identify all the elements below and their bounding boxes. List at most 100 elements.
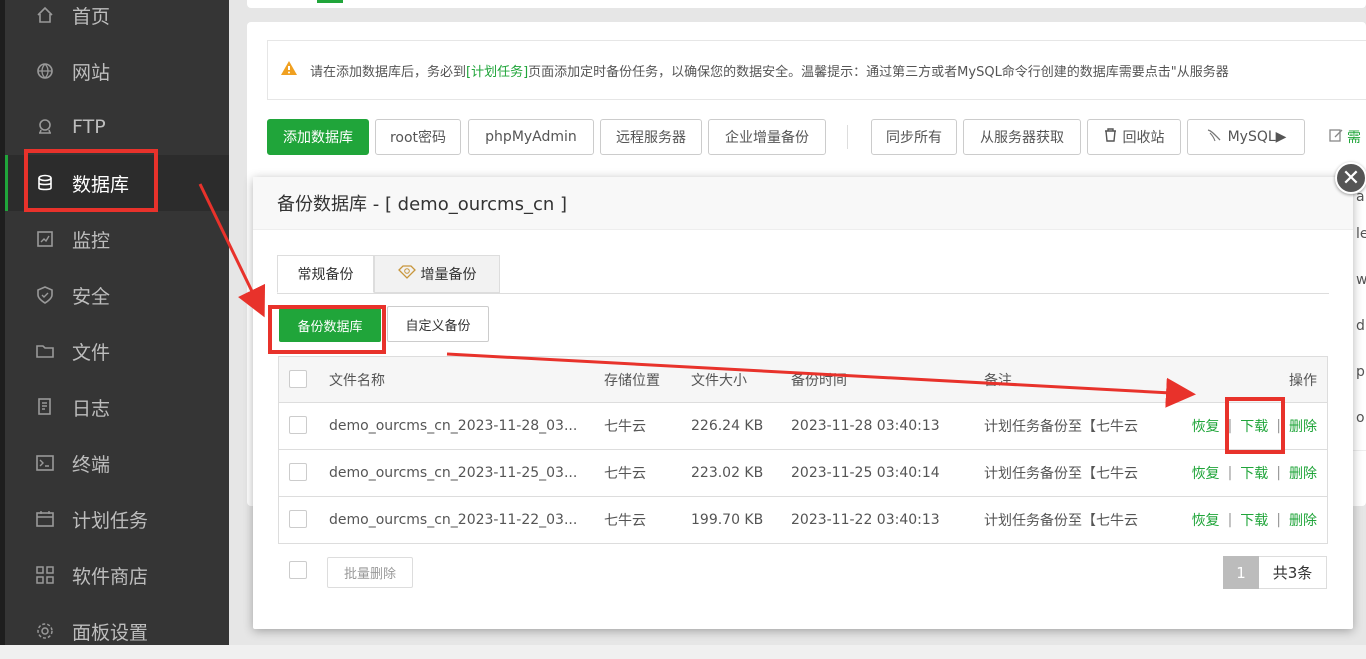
page-number[interactable]: 1: [1223, 556, 1259, 589]
sidebar-item-label: 日志: [72, 397, 111, 420]
row-checkbox[interactable]: [289, 416, 307, 434]
sidebar-item-database[interactable]: 数据库: [5, 155, 229, 211]
database-icon: [35, 173, 55, 193]
delete-link[interactable]: 删除: [1289, 416, 1317, 436]
file-name: demo_ourcms_cn_2023-11-28_03...: [329, 418, 578, 434]
download-link[interactable]: 下载: [1240, 463, 1268, 483]
sidebar-item-label: 文件: [72, 341, 111, 364]
notice-text-pre: 请在添加数据库后，务必到: [310, 64, 467, 80]
toolbar: 添加数据库 root密码 phpMyAdmin 远程服务器 企业增量备份 同步所…: [267, 119, 1366, 157]
bg-table-cell: o: [1353, 394, 1366, 451]
file-name: demo_ourcms_cn_2023-11-25_03...: [329, 465, 578, 481]
monitor-icon: [35, 229, 55, 249]
table-row: demo_ourcms_cn_2023-11-28_03... 七牛云 226.…: [279, 403, 1327, 450]
notice-bar: 请在添加数据库后，务必到 [计划任务] 页面添加定时备份任务，以确保您的数据安全。温…: [267, 40, 1366, 100]
sidebar-item-website[interactable]: 网站: [5, 43, 229, 99]
row-actions: 恢复 | 下载 | 删除: [1191, 463, 1317, 483]
table-row: demo_ourcms_cn_2023-11-25_03... 七牛云 223.…: [279, 450, 1327, 497]
delete-link[interactable]: 删除: [1289, 510, 1317, 530]
storage: 七牛云: [604, 419, 646, 435]
file-name: demo_ourcms_cn_2023-11-22_03...: [329, 512, 578, 528]
sidebar-item-label: 终端: [72, 453, 111, 476]
top-tab-strip: [247, 0, 1366, 8]
shield-icon: [35, 285, 55, 305]
note: 计划任务备份至【七牛云: [984, 466, 1138, 482]
col-actions: 操作: [1289, 372, 1317, 389]
sidebar-item-label: FTP: [72, 116, 106, 138]
remote-server-button[interactable]: 远程服务器: [600, 119, 702, 155]
backup-table: 文件名称 存储位置 文件大小 备份时间 备注 操作 demo_ourcms_cn…: [278, 356, 1328, 544]
note: 计划任务备份至【七牛云: [984, 419, 1138, 435]
sidebar-item-settings[interactable]: 面板设置: [5, 603, 229, 659]
backup-time: 2023-11-25 03:40:14: [791, 465, 940, 481]
download-link[interactable]: 下载: [1240, 510, 1268, 530]
row-checkbox[interactable]: [289, 463, 307, 481]
sync-all-button[interactable]: 同步所有: [871, 119, 957, 155]
toolbar-divider: [847, 125, 848, 149]
backup-database-button[interactable]: 备份数据库: [279, 308, 381, 342]
storage: 七牛云: [604, 513, 646, 529]
sidebar-item-label: 网站: [72, 61, 111, 84]
edit-icon: [1329, 128, 1343, 146]
home-icon: [35, 5, 55, 25]
cron-link[interactable]: [计划任务]: [466, 61, 528, 80]
file-size: 199.70 KB: [691, 512, 764, 528]
ftp-icon: [35, 117, 55, 137]
sidebar-item-terminal[interactable]: 终端: [5, 435, 229, 491]
tab-incremental-backup[interactable]: 增量备份: [374, 255, 500, 293]
close-icon[interactable]: ✕: [1335, 162, 1366, 194]
file-size: 223.02 KB: [691, 465, 764, 481]
sidebar-item-label: 首页: [72, 5, 111, 28]
fetch-from-server-button[interactable]: 从服务器获取: [963, 119, 1081, 155]
sidebar-item-logs[interactable]: 日志: [5, 379, 229, 435]
log-icon: [35, 397, 55, 417]
apps-icon: [35, 565, 55, 585]
sidebar-item-home[interactable]: 首页: [5, 0, 229, 43]
sidebar-item-security[interactable]: 安全: [5, 267, 229, 323]
backup-tabs: 常规备份 增量备份: [277, 255, 1329, 294]
delete-link[interactable]: 删除: [1289, 463, 1317, 483]
sidebar-item-ftp[interactable]: FTP: [5, 99, 229, 155]
tab-incremental-label: 增量备份: [420, 267, 477, 283]
pagination: 1 共3条: [1223, 556, 1327, 589]
mysql-label: MySQL▶: [1227, 129, 1287, 145]
sidebar-item-cron[interactable]: 计划任务: [5, 491, 229, 547]
recycle-bin-button[interactable]: 回收站: [1087, 119, 1181, 155]
sidebar-item-label: 面板设置: [72, 621, 149, 644]
tab-regular-backup[interactable]: 常规备份: [277, 255, 374, 293]
sidebar-item-label: 数据库: [72, 173, 130, 196]
select-all-checkbox[interactable]: [289, 370, 307, 388]
sidebar-item-store[interactable]: 软件商店: [5, 547, 229, 603]
enterprise-backup-button[interactable]: 企业增量备份: [708, 119, 826, 155]
col-storage: 存储位置: [604, 372, 660, 389]
mysql-dolphin-icon: [1206, 128, 1222, 146]
edit-link[interactable]: 需: [1329, 127, 1361, 147]
sidebar-item-monitor[interactable]: 监控: [5, 211, 229, 267]
mysql-button[interactable]: MySQL▶: [1187, 119, 1305, 155]
batch-delete-button[interactable]: 批量删除: [327, 557, 413, 588]
row-actions: 恢复 | 下载 | 删除: [1191, 416, 1317, 436]
restore-link[interactable]: 恢复: [1192, 510, 1220, 530]
add-database-button[interactable]: 添加数据库: [267, 119, 369, 155]
col-size: 文件大小: [691, 372, 747, 389]
root-password-button[interactable]: root密码: [375, 119, 461, 155]
active-tab-indicator: [317, 0, 343, 3]
footer-select-all-checkbox[interactable]: [289, 561, 307, 579]
folder-icon: [35, 341, 55, 361]
restore-link[interactable]: 恢复: [1192, 463, 1220, 483]
sidebar-item-files[interactable]: 文件: [5, 323, 229, 379]
restore-link[interactable]: 恢复: [1192, 416, 1220, 436]
sidebar-item-label: 软件商店: [72, 565, 149, 588]
row-checkbox[interactable]: [289, 510, 307, 528]
download-link[interactable]: 下载: [1240, 416, 1268, 436]
sidebar-item-label: 安全: [72, 285, 111, 308]
storage: 七牛云: [604, 466, 646, 482]
table-row: demo_ourcms_cn_2023-11-22_03... 七牛云 199.…: [279, 497, 1327, 543]
edit-label: 需: [1347, 130, 1361, 146]
trash-icon: [1104, 128, 1117, 146]
modal-title: 备份数据库 - [ demo_ourcms_cn ]: [253, 177, 1353, 230]
custom-backup-button[interactable]: 自定义备份: [387, 306, 489, 342]
row-actions: 恢复 | 下载 | 删除: [1191, 510, 1317, 530]
diamond-icon: [397, 265, 416, 283]
phpmyadmin-button[interactable]: phpMyAdmin: [468, 119, 594, 155]
